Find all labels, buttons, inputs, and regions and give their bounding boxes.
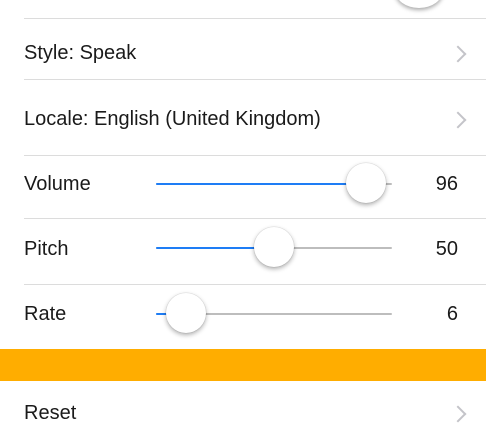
rate-row: Rate 6 [0, 285, 486, 349]
pitch-value: 50 [435, 238, 458, 260]
chevron-right-icon [449, 111, 467, 129]
pitch-slider-thumb[interactable] [254, 227, 294, 267]
chevron-right-icon [449, 405, 467, 423]
volume-slider[interactable] [156, 163, 392, 203]
pitch-label: Pitch [24, 238, 69, 260]
locale-label: Locale: English (United Kingdom) [24, 108, 321, 130]
reset-row[interactable]: Reset [0, 381, 486, 447]
volume-row: Volume 96 [0, 156, 486, 218]
volume-value: 96 [435, 173, 458, 195]
pitch-row: Pitch 50 [0, 219, 486, 284]
rate-value: 6 [446, 303, 458, 325]
reset-label: Reset [24, 402, 77, 424]
rate-label: Rate [24, 303, 67, 325]
style-label: Style: Speak [24, 42, 137, 64]
style-row[interactable]: Style: Speak [0, 19, 486, 79]
volume-slider-fill [156, 183, 367, 185]
volume-label: Volume [24, 173, 91, 195]
rate-slider[interactable] [156, 293, 392, 333]
partial-control-knob [395, 0, 443, 8]
orange-banner [0, 349, 486, 381]
chevron-right-icon [449, 45, 467, 63]
locale-row[interactable]: Locale: English (United Kingdom) [0, 80, 486, 155]
volume-slider-thumb[interactable] [346, 163, 387, 203]
pitch-slider[interactable] [156, 227, 392, 267]
speech-settings-screen: Style: Speak Locale: English (United Kin… [0, 0, 486, 447]
rate-slider-thumb[interactable] [165, 293, 206, 333]
